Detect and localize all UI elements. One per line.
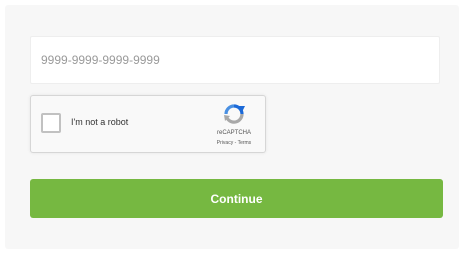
recaptcha-label[interactable]: I'm not a robot: [71, 117, 128, 127]
card-number-input[interactable]: [31, 37, 439, 83]
recaptcha-widget: I'm not a robot reCAPTCHA Privacy - Term…: [30, 95, 266, 153]
recaptcha-brand: reCAPTCHA: [216, 130, 251, 136]
continue-button[interactable]: Continue: [30, 179, 443, 218]
privacy-link[interactable]: Privacy: [217, 140, 233, 146]
card-number-field-wrapper: [30, 36, 440, 84]
recaptcha-checkbox[interactable]: [41, 113, 61, 133]
terms-link[interactable]: Terms: [238, 140, 252, 146]
recaptcha-logo-icon: [224, 104, 245, 124]
recaptcha-links: Privacy - Terms: [203, 140, 265, 146]
